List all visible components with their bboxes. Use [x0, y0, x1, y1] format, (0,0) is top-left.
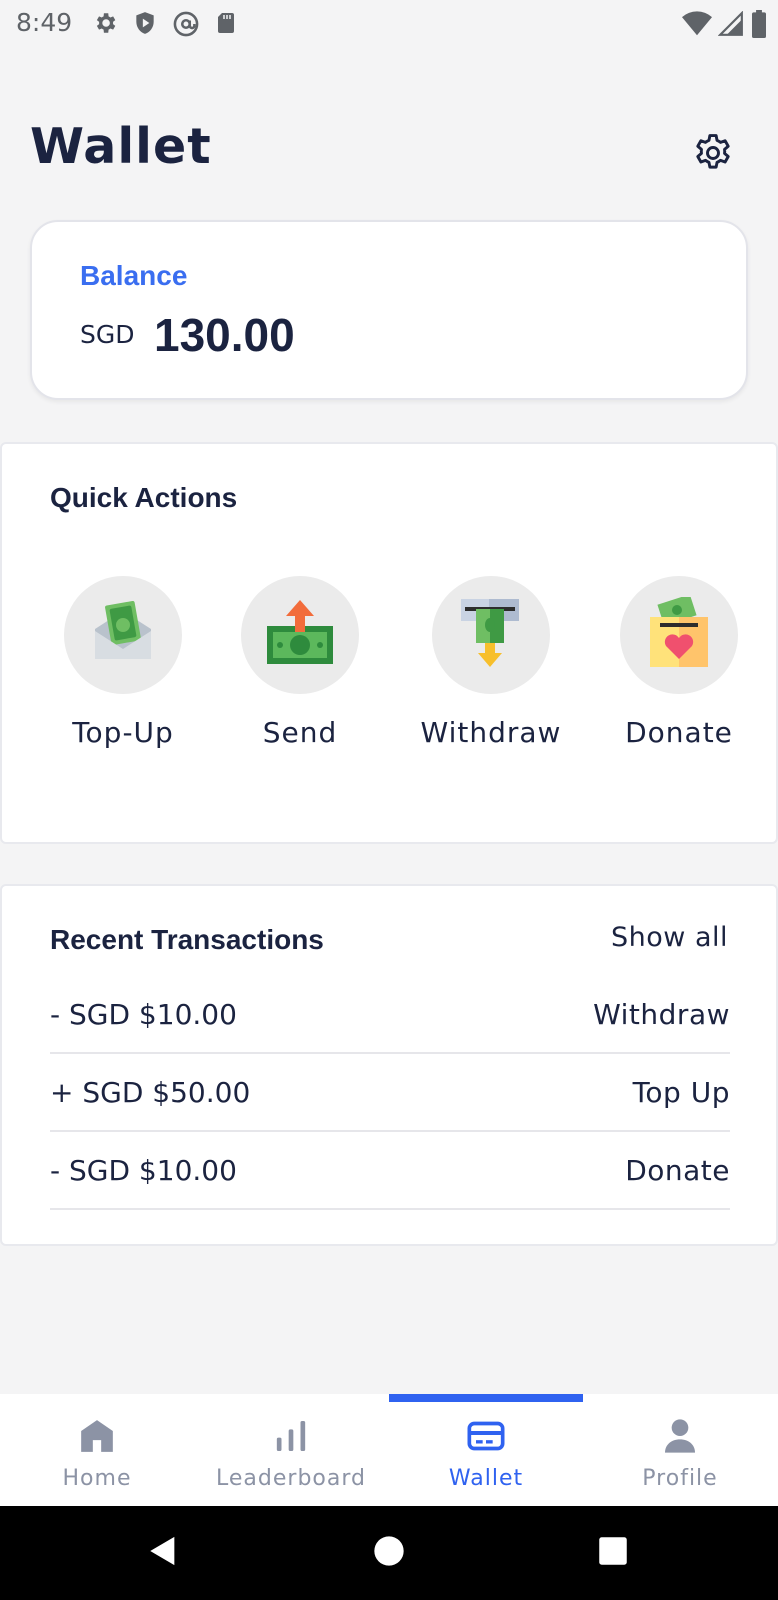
- show-all-link[interactable]: Show all: [611, 922, 728, 953]
- top-up-icon-circle: [64, 576, 182, 694]
- nav-label-profile: Profile: [642, 1466, 718, 1491]
- status-bar: 8:49: [0, 0, 778, 48]
- atm-withdraw-icon: [459, 597, 523, 674]
- send-label: Send: [262, 716, 338, 749]
- status-time: 8:49: [16, 8, 73, 37]
- donate-label: Donate: [625, 716, 733, 749]
- shield-play-icon: [132, 10, 158, 43]
- bar-chart-icon: [271, 1414, 311, 1458]
- status-system-icons: [682, 10, 768, 43]
- nav-label-leaderboard: Leaderboard: [216, 1466, 366, 1491]
- recents-square-icon: [598, 1536, 628, 1571]
- settings-button[interactable]: [688, 130, 738, 180]
- balance-card: Balance SGD 130.00: [30, 220, 748, 400]
- transaction-row[interactable]: - SGD $10.00 Donate: [50, 1132, 730, 1210]
- transaction-amount: + SGD $50.00: [50, 1075, 251, 1109]
- home-icon: [77, 1414, 117, 1458]
- transaction-amount: - SGD $10.00: [50, 1153, 237, 1187]
- cash-send-icon: [265, 598, 335, 673]
- donation-box-icon: [646, 593, 712, 674]
- wallet-card-icon: [465, 1414, 507, 1458]
- bottom-nav: Home Leaderboard Wallet Profile: [0, 1394, 778, 1506]
- donate-icon-circle: [620, 576, 738, 694]
- person-icon: [660, 1414, 700, 1458]
- quick-actions-title: Quick Actions: [50, 482, 238, 513]
- quick-actions-section: Quick Actions Top-Up Send Withdraw Donat…: [0, 442, 778, 844]
- balance-currency: SGD: [80, 320, 135, 349]
- gear-icon: [92, 10, 118, 43]
- transaction-row[interactable]: + SGD $50.00 Top Up: [50, 1054, 730, 1132]
- withdraw-label: Withdraw: [420, 716, 562, 749]
- wifi-icon: [682, 11, 712, 42]
- top-up-button[interactable]: Top-Up: [38, 576, 208, 756]
- withdraw-button[interactable]: Withdraw: [406, 576, 576, 756]
- recents-button[interactable]: [580, 1506, 646, 1600]
- nav-item-home[interactable]: Home: [0, 1394, 194, 1506]
- top-up-label: Top-Up: [72, 716, 174, 749]
- at-sign-icon: [172, 10, 200, 43]
- transaction-row[interactable]: - SGD $10.00 Withdraw: [50, 976, 730, 1054]
- quick-actions-row: Top-Up Send Withdraw Donate: [2, 576, 778, 756]
- system-nav-bar: [0, 1506, 778, 1600]
- withdraw-icon-circle: [432, 576, 550, 694]
- send-button[interactable]: Send: [215, 576, 385, 756]
- nav-item-profile[interactable]: Profile: [583, 1394, 777, 1506]
- recent-transactions-title: Recent Transactions: [50, 924, 324, 955]
- donate-button[interactable]: Donate: [594, 576, 764, 756]
- recent-transactions-section: Recent Transactions Show all - SGD $10.0…: [0, 884, 778, 1246]
- page-title: Wallet: [30, 118, 212, 175]
- home-system-button[interactable]: [356, 1506, 422, 1600]
- home-circle-icon: [373, 1535, 405, 1572]
- sd-card-icon: [214, 10, 238, 43]
- balance-amount: 130.00: [154, 309, 295, 361]
- nav-label-home: Home: [62, 1466, 132, 1491]
- back-icon: [146, 1533, 180, 1574]
- nav-label-wallet: Wallet: [448, 1466, 524, 1491]
- active-tab-indicator: [389, 1394, 583, 1402]
- battery-icon: [750, 10, 768, 43]
- nav-item-wallet[interactable]: Wallet: [389, 1394, 583, 1506]
- transaction-amount: - SGD $10.00: [50, 997, 237, 1031]
- nav-item-leaderboard[interactable]: Leaderboard: [194, 1394, 388, 1506]
- back-button[interactable]: [130, 1506, 196, 1600]
- transaction-list: - SGD $10.00 Withdraw + SGD $50.00 Top U…: [50, 976, 730, 1210]
- cellular-signal-icon: [717, 10, 744, 42]
- transaction-type: Donate: [625, 1153, 730, 1187]
- send-icon-circle: [241, 576, 359, 694]
- gear-icon: [691, 131, 735, 180]
- balance-label: Balance: [80, 260, 188, 291]
- transaction-type: Top Up: [632, 1075, 730, 1109]
- cash-envelope-icon: [91, 600, 155, 670]
- transaction-type: Withdraw: [593, 997, 730, 1031]
- status-notification-icons: [92, 10, 238, 43]
